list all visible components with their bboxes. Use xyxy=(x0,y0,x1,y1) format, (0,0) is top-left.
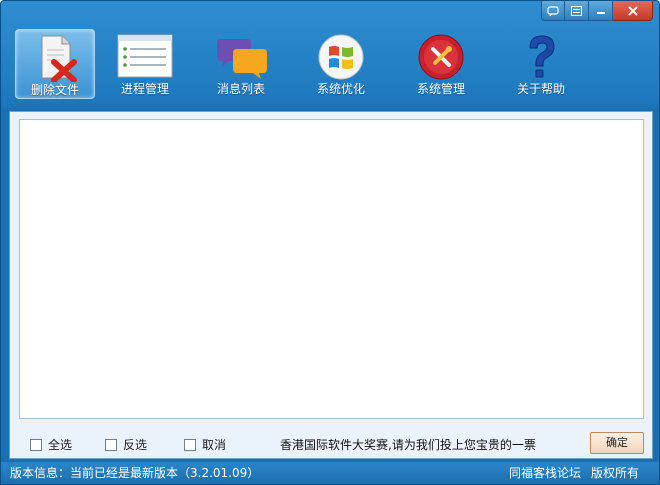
toolbar-label: 系统管理 xyxy=(416,82,465,96)
menu-icon[interactable] xyxy=(565,1,589,21)
select-all-checkbox[interactable]: 全选 xyxy=(30,436,72,453)
cancel-checkbox[interactable]: 取消 xyxy=(184,436,226,453)
forum-link[interactable]: 同福客栈论坛 xyxy=(509,462,581,484)
app-window: 删除文件 进程管理 消息列表 系统优化 系统管理 关于帮助 全选 反选 取消 香… xyxy=(0,0,660,485)
bottom-actions: 全选 反选 取消 香港国际软件大奖赛,请为我们投上您宝贵的一票 确定 xyxy=(10,422,654,458)
window-controls xyxy=(541,1,653,21)
skin-icon[interactable] xyxy=(541,1,565,21)
copyright-text: 版权所有 xyxy=(590,466,639,480)
toolbar-system-button[interactable]: 系统管理 xyxy=(401,29,481,99)
toolbar-optimize-button[interactable]: 系统优化 xyxy=(301,29,381,99)
checkbox-label: 反选 xyxy=(123,438,148,452)
toolbar-label: 消息列表 xyxy=(216,82,265,96)
toolbar-label: 删除文件 xyxy=(30,83,79,97)
invert-select-checkbox[interactable]: 反选 xyxy=(105,436,147,453)
ok-button[interactable]: 确定 xyxy=(590,432,644,454)
vote-notice: 香港国际软件大奖赛,请为我们投上您宝贵的一票 xyxy=(280,438,536,452)
status-bar: 版本信息：当前已经是最新版本（3.2.01.09） 同福客栈论坛 版权所有 xyxy=(1,462,659,484)
minimize-icon[interactable] xyxy=(589,1,613,21)
status-links: 同福客栈论坛 版权所有 xyxy=(509,462,639,484)
checkbox-box[interactable] xyxy=(184,438,196,451)
checkbox-label: 全选 xyxy=(48,438,73,452)
version-info: 版本信息：当前已经是最新版本（3.2.01.09） xyxy=(10,466,260,480)
content-panel: 全选 反选 取消 香港国际软件大奖赛,请为我们投上您宝贵的一票 确定 xyxy=(9,111,653,459)
windows-logo-icon xyxy=(318,34,364,80)
toolbar-label: 系统优化 xyxy=(316,82,365,96)
toolbar-label: 进程管理 xyxy=(120,82,169,96)
toolbar-delete-file-button[interactable]: 删除文件 xyxy=(15,29,95,99)
checkbox-box[interactable] xyxy=(30,438,42,451)
close-icon[interactable] xyxy=(613,1,653,21)
checkbox-box[interactable] xyxy=(105,438,117,451)
tools-icon xyxy=(418,34,464,80)
process-list-icon xyxy=(117,34,173,78)
message-bubbles-icon xyxy=(217,39,267,79)
toolbar-messages-button[interactable]: 消息列表 xyxy=(201,29,281,99)
delete-file-icon xyxy=(41,35,77,82)
question-mark-icon xyxy=(529,35,555,78)
toolbar-help-button[interactable]: 关于帮助 xyxy=(501,29,581,99)
main-toolbar: 删除文件 进程管理 消息列表 系统优化 系统管理 关于帮助 xyxy=(15,29,635,99)
toolbar-label: 关于帮助 xyxy=(516,82,565,96)
toolbar-process-button[interactable]: 进程管理 xyxy=(105,29,185,99)
file-list[interactable] xyxy=(19,119,644,419)
checkbox-label: 取消 xyxy=(202,438,227,452)
